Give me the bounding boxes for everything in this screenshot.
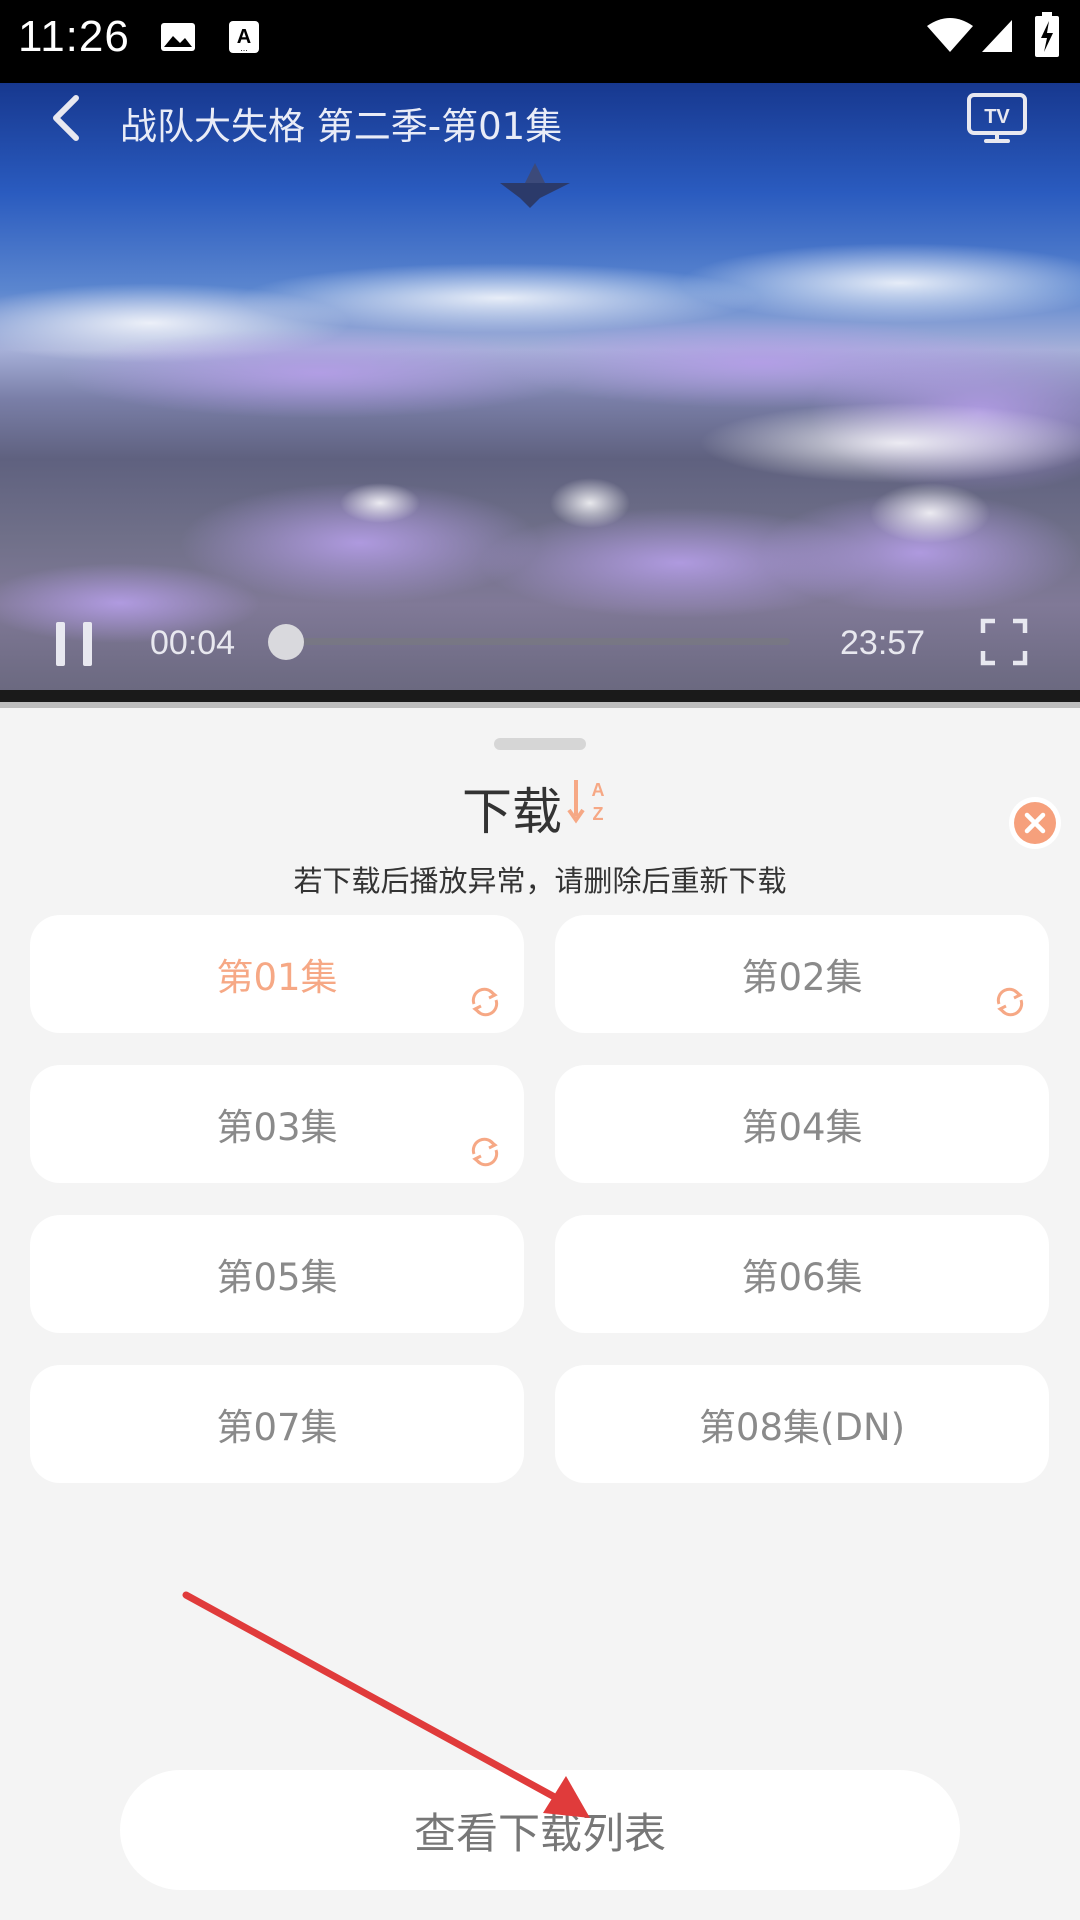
episode-button-01[interactable]: 第01集	[30, 915, 524, 1033]
a-text-icon: A ...	[229, 21, 259, 53]
episode-label: 第08集(DN)	[698, 1406, 906, 1449]
episode-label: 第01集	[216, 956, 338, 999]
video-divider	[0, 702, 1080, 708]
image-icon	[161, 23, 195, 51]
battery-charging-icon	[1035, 12, 1059, 57]
view-download-list-label: 查看下载列表	[413, 1808, 666, 1858]
episode-label: 第05集	[216, 1256, 338, 1299]
episode-button-03[interactable]: 第03集	[30, 1065, 524, 1183]
progress-knob[interactable]	[268, 624, 304, 660]
signal-icon	[982, 20, 1012, 52]
episode-button-06[interactable]: 第06集	[555, 1215, 1049, 1333]
view-download-list-button[interactable]: 查看下载列表	[120, 1770, 960, 1890]
sheet-title: 下载	[462, 783, 562, 841]
tv-icon[interactable]: TV	[966, 92, 1028, 144]
refresh-icon	[996, 987, 1024, 1017]
current-time: 00:04	[150, 624, 236, 662]
episode-label: 第07集	[216, 1406, 338, 1449]
close-icon	[1024, 812, 1046, 834]
svg-text:Z: Z	[593, 804, 604, 824]
refresh-icon	[471, 987, 499, 1017]
episode-label: 第02集	[741, 956, 863, 999]
chevron-left-icon[interactable]	[44, 90, 90, 146]
svg-text:A: A	[592, 780, 605, 800]
episode-button-05[interactable]: 第05集	[30, 1215, 524, 1333]
svg-text:...: ...	[240, 44, 248, 53]
total-time: 23:57	[840, 624, 926, 662]
episode-label: 第06集	[741, 1256, 863, 1299]
drag-handle[interactable]	[494, 738, 586, 750]
fullscreen-icon[interactable]	[980, 618, 1028, 666]
download-notice: 若下载后播放异常，请删除后重新下载	[293, 864, 787, 898]
episode-label: 第04集	[741, 1106, 863, 1149]
episode-button-04[interactable]: 第04集	[555, 1065, 1049, 1183]
video-title: 战队大失格 第二季-第01集	[120, 105, 563, 148]
status-time: 11:26	[18, 12, 130, 61]
episode-button-08[interactable]: 第08集(DN)	[555, 1365, 1049, 1483]
video-player[interactable]	[0, 83, 1080, 690]
episode-label: 第03集	[216, 1106, 338, 1149]
wifi-icon	[927, 18, 973, 52]
episode-button-02[interactable]: 第02集	[555, 915, 1049, 1033]
close-button[interactable]	[1009, 797, 1061, 849]
status-bar: 11:26 A ...	[0, 0, 1080, 83]
pause-icon[interactable]	[52, 620, 96, 668]
progress-track[interactable]	[288, 638, 790, 645]
video-frame	[0, 163, 1080, 643]
episode-button-07[interactable]: 第07集	[30, 1365, 524, 1483]
sort-az-icon[interactable]: A Z	[566, 776, 612, 826]
close-icon-bg	[1014, 802, 1056, 844]
refresh-icon	[471, 1137, 499, 1167]
svg-text:TV: TV	[984, 106, 1010, 128]
video-bottom-bar	[0, 690, 1080, 702]
